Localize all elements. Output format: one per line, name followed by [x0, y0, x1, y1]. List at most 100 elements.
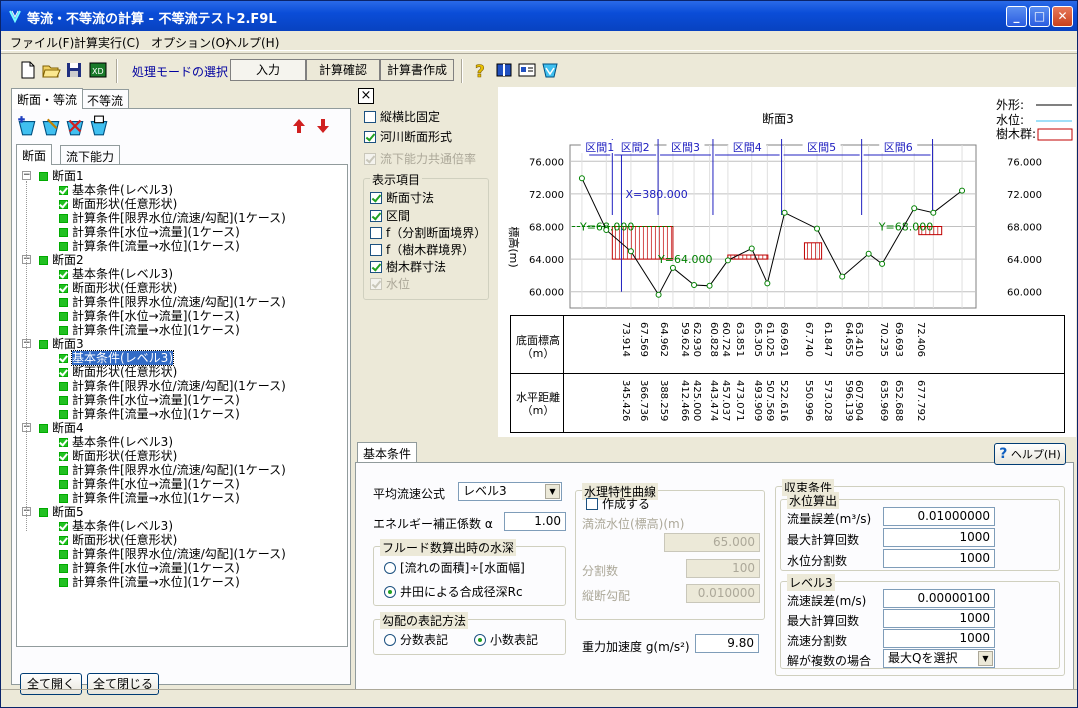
tree-condition-node[interactable]: 計算条件[水位→流量](1ケース) — [59, 561, 240, 575]
move-up-icon[interactable] — [290, 117, 308, 135]
book-icon[interactable] — [494, 60, 514, 80]
tree-condition-node[interactable]: 計算条件[水位→流量](1ケース) — [59, 309, 240, 323]
tree-condition-node[interactable]: 断面形状(任意形状) — [59, 365, 177, 379]
save-icon[interactable] — [64, 60, 84, 80]
velocity-division-input[interactable]: 1000 — [883, 629, 995, 648]
tree-condition-node[interactable]: 基本条件(レベル3) — [59, 519, 173, 533]
move-down-icon[interactable] — [314, 117, 332, 135]
mode-report-button[interactable]: 計算書作成 — [380, 59, 454, 81]
slope-fraction-radio[interactable]: 分数表記 — [384, 631, 448, 648]
tree-section-node[interactable]: 断面2 — [39, 253, 84, 267]
display-zone-checkbox[interactable]: 区間 — [370, 207, 410, 224]
max-iter-input[interactable]: 1000 — [883, 528, 995, 547]
menu-option[interactable]: オプション(O) — [151, 34, 230, 51]
froude-area-radio[interactable]: [流れの面積]÷[水面幅] — [384, 559, 525, 576]
tree-condition-node[interactable]: 断面形状(任意形状) — [59, 281, 177, 295]
tree-section-node[interactable]: 断面5 — [39, 505, 84, 519]
menu-file[interactable]: ファイル(F) — [10, 34, 74, 51]
section-tree[interactable]: − 断面1 基本条件(レベル3) 断面形状(任意形状) 計算条件[限界水位/流速/勾配]… — [16, 164, 348, 647]
convergence-group: 収束条件 水位算出 流量誤差(m³/s) 0.01000000 最大計算回数 1… — [775, 479, 1065, 676]
tree-collapse-toggle[interactable]: − — [22, 171, 31, 180]
hyd-create-checkbox[interactable]: 作成する — [586, 495, 650, 512]
tab-section[interactable]: 断面 — [16, 144, 53, 165]
tree-condition-node[interactable]: 計算条件[限界水位/流速/勾配](1ケース) — [59, 547, 286, 561]
menu-help[interactable]: ヘルプ(H) — [225, 34, 279, 51]
display-f-tree-checkbox[interactable]: f（樹木群境界） — [370, 241, 474, 258]
froude-ida-radio[interactable]: 井田による合成径深Rc — [384, 583, 523, 600]
close-button[interactable]: ✕ — [1052, 6, 1073, 27]
title-bar[interactable]: 等流・不等流の計算 - 不等流テスト2.F9L _ □ ✕ — [1, 1, 1077, 31]
display-f-division-checkbox[interactable]: f（分割断面境界） — [370, 224, 486, 241]
river-section-checkbox[interactable]: 河川断面形式 — [364, 128, 452, 145]
gravity-input[interactable]: 9.80 — [695, 634, 759, 653]
tree-condition-node[interactable]: 計算条件[限界水位/流速/勾配](1ケース) — [59, 379, 286, 393]
tree-condition-node[interactable]: 計算条件[流量→水位](1ケース) — [59, 491, 240, 505]
division-input[interactable]: 100 — [686, 559, 760, 578]
tree-condition-node[interactable]: 計算条件[流量→水位](1ケース) — [59, 575, 240, 589]
tree-condition-node[interactable]: 計算条件[限界水位/流速/勾配](1ケース) — [59, 295, 286, 309]
edit-section-icon[interactable] — [40, 115, 62, 137]
max-iter2-input[interactable]: 1000 — [883, 609, 995, 628]
slope-decimal-radio[interactable]: 小数表記 — [474, 631, 538, 648]
tree-condition-node[interactable]: 計算条件[限界水位/流速/勾配](1ケース) — [59, 463, 286, 477]
tree-condition-node[interactable]: 計算条件[水位→流量](1ケース) — [59, 477, 240, 491]
tree-condition-node[interactable]: 基本条件(レベル3) — [59, 350, 174, 366]
export-icon[interactable]: XD — [88, 60, 108, 80]
minimize-button[interactable]: _ — [1006, 6, 1027, 27]
mode-check-button[interactable]: 計算確認 — [306, 59, 380, 81]
tree-condition-label: 計算条件[流量→水位](1ケース) — [72, 323, 240, 337]
tree-condition-node[interactable]: 断面形状(任意形状) — [59, 197, 177, 211]
tree-condition-node[interactable]: 基本条件(レベル3) — [59, 183, 173, 197]
tree-condition-node[interactable]: 基本条件(レベル3) — [59, 435, 173, 449]
energy-input[interactable]: 1.00 — [504, 512, 566, 531]
chevron-down-icon[interactable]: ▼ — [545, 484, 560, 499]
add-section-icon[interactable] — [16, 115, 38, 137]
tree-condition-node[interactable]: 断面形状(任意形状) — [59, 533, 177, 547]
tab-nonuniform[interactable]: 不等流 — [81, 89, 130, 109]
display-tree-dim-checkbox[interactable]: 樹木群寸法 — [370, 258, 446, 275]
wl-division-input[interactable]: 1000 — [883, 549, 995, 568]
level3-group: レベル3 流速誤差(m/s) 0.00000100 最大計算回数 1000 流速… — [780, 574, 1060, 669]
tree-condition-node[interactable]: 断面形状(任意形状) — [59, 449, 177, 463]
condition-node-icon — [59, 564, 68, 573]
tree-condition-node[interactable]: 基本条件(レベル3) — [59, 267, 173, 281]
open-folder-icon[interactable] — [41, 60, 61, 80]
card-icon[interactable] — [517, 60, 537, 80]
fixed-ratio-checkbox[interactable]: 縦横比固定 — [364, 108, 440, 125]
chevron-down-icon[interactable]: ▼ — [978, 651, 993, 666]
tree-section-label: 断面3 — [52, 337, 84, 351]
tab-section-uniform[interactable]: 断面・等流 — [11, 88, 84, 109]
new-file-icon[interactable] — [18, 60, 38, 80]
formula-label: 平均流速公式 — [373, 487, 446, 501]
long-slope-input[interactable]: 0.010000 — [686, 584, 760, 603]
full-level-input[interactable]: 65.000 — [664, 533, 760, 552]
tab-flow-capacity[interactable]: 流下能力 — [60, 145, 121, 165]
flow-error-input[interactable]: 0.01000000 — [883, 507, 995, 526]
tree-section-node[interactable]: 断面1 — [39, 169, 84, 183]
velocity-error-input[interactable]: 0.00000100 — [883, 589, 995, 608]
formula-select[interactable]: レベル3 ▼ — [458, 482, 562, 501]
tree-condition-node[interactable]: 計算条件[水位→流量](1ケース) — [59, 225, 240, 239]
delete-section-icon[interactable] — [64, 115, 86, 137]
tree-condition-node[interactable]: 計算条件[流量→水位](1ケース) — [59, 407, 240, 421]
tree-condition-node[interactable]: 計算条件[流量→水位](1ケース) — [59, 239, 240, 253]
tree-condition-node[interactable]: 計算条件[流量→水位](1ケース) — [59, 323, 240, 337]
close-panel-button[interactable]: × — [358, 88, 374, 104]
help-button[interactable]: ? ヘルプ(H) — [994, 443, 1066, 465]
tab-basic[interactable]: 基本条件 — [357, 442, 418, 462]
tree-section-node[interactable]: 断面4 — [39, 421, 84, 435]
menu-calc[interactable]: 計算実行(C) — [74, 34, 140, 51]
tree-condition-node[interactable]: 計算条件[限界水位/流速/勾配](1ケース) — [59, 211, 286, 225]
display-f-division-label: f（分割断面境界） — [386, 226, 487, 240]
mode-input-button[interactable]: 入力 — [230, 59, 306, 81]
multiple-solution-select[interactable]: 最大Qを選択 ▼ — [883, 649, 995, 668]
tree-condition-node[interactable]: 計算条件[水位→流量](1ケース) — [59, 393, 240, 407]
froude-group: フルード数算出時の水深 [流れの面積]÷[水面幅] 井田による合成径深Rc — [373, 539, 566, 606]
zone-label: 区間4 — [733, 141, 762, 154]
display-dimension-checkbox[interactable]: 断面寸法 — [370, 189, 434, 206]
copy-section-icon[interactable] — [88, 115, 110, 137]
tree-section-node[interactable]: 断面3 — [39, 337, 84, 351]
help-question-icon[interactable]: ? — [470, 60, 490, 80]
water-icon[interactable] — [540, 60, 560, 80]
maximize-button[interactable]: □ — [1029, 6, 1050, 27]
